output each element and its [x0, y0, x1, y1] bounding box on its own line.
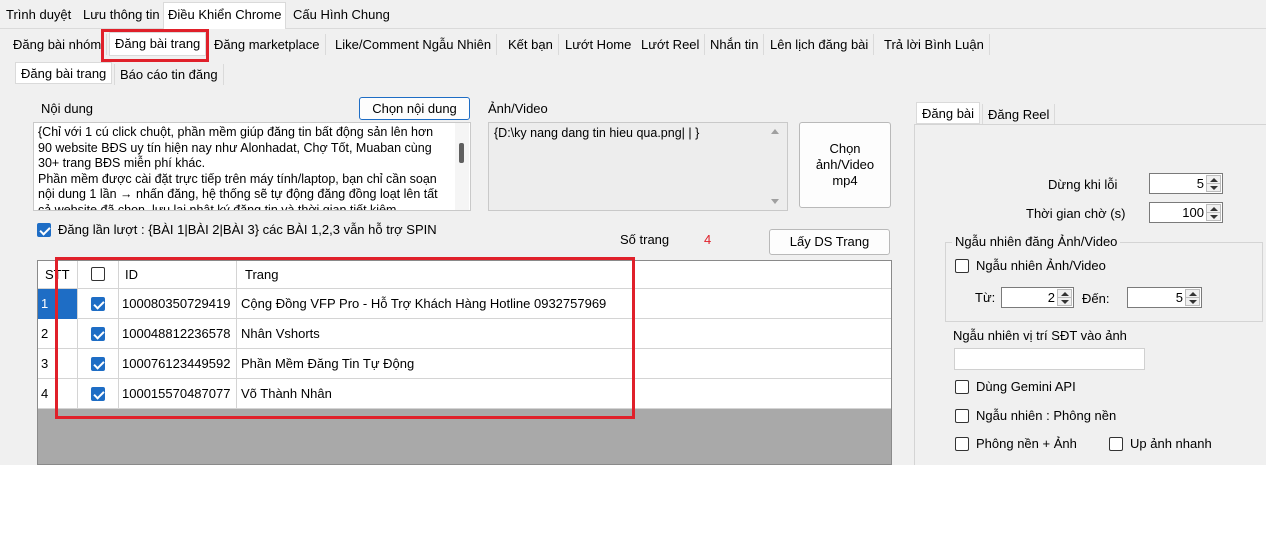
page-count-value: 4	[704, 232, 712, 247]
bg-image-label: Phông nền + Ảnh	[976, 436, 1077, 451]
post-in-turn-checkbox[interactable]	[37, 223, 51, 237]
app-window: Trình duyệt Lưu thông tin Điều Khiển Chr…	[0, 0, 1266, 465]
content-scrollbar[interactable]	[455, 123, 469, 210]
content-label: Nội dung	[41, 101, 94, 116]
random-phone-label: Ngẫu nhiên vị trí SĐT vào ảnh	[953, 328, 1127, 343]
random-bg-label: Ngẫu nhiên : Phông nền	[976, 408, 1117, 423]
row-stt: 1	[38, 289, 56, 319]
tab-like-comment[interactable]: Like/Comment Ngẫu Nhiên	[330, 34, 498, 55]
from-spinner[interactable]: 2	[1001, 287, 1074, 308]
to-value: 5	[1175, 290, 1183, 305]
fast-upload-checkbox[interactable]	[1109, 437, 1123, 451]
wait-time-value: 100	[1182, 205, 1204, 220]
spin-down-icon[interactable]	[1206, 183, 1221, 192]
gemini-checkbox[interactable]	[955, 380, 969, 394]
choose-content-button[interactable]: Chọn nội dung	[359, 97, 470, 120]
random-bg-checkbox[interactable]	[955, 409, 969, 423]
highlight-post-page-tab	[101, 29, 209, 62]
to-spinner[interactable]: 5	[1127, 287, 1202, 308]
stop-on-error-spinner[interactable]: 5	[1149, 173, 1223, 194]
tab-reply-comment[interactable]: Trả lời Bình Luận	[879, 34, 990, 55]
media-path-field[interactable]: {D:\ky nang dang tin hieu qua.png| | }	[488, 122, 788, 211]
random-media-checkbox[interactable]	[955, 259, 969, 273]
tab-chrome-control[interactable]: Điều Khiển Chrome	[163, 2, 287, 29]
tab-schedule[interactable]: Lên lịch đăng bài	[765, 34, 875, 55]
main-tab-bar: Trình duyệt Lưu thông tin Điều Khiển Chr…	[0, 0, 1266, 29]
to-label: Đến:	[1082, 291, 1110, 306]
content-textarea[interactable]: {Chỉ với 1 cú click chuột, phần mềm giúp…	[33, 122, 471, 211]
tab-post-report[interactable]: Báo cáo tin đăng	[114, 64, 224, 85]
tab-browse-home[interactable]: Lướt Home	[560, 34, 638, 55]
page-count-label: Số trang	[620, 232, 670, 247]
tab-right-post[interactable]: Đăng bài	[916, 102, 981, 124]
wait-time-label: Thời gian chờ (s)	[1026, 206, 1126, 221]
tab-save-info[interactable]: Lưu thông tin	[79, 4, 164, 26]
media-scrollbar[interactable]	[768, 123, 782, 210]
tab-browse-reel[interactable]: Lướt Reel	[636, 34, 706, 55]
fast-upload-label: Up ảnh nhanh	[1130, 436, 1212, 451]
from-label: Từ:	[975, 290, 996, 305]
tab-general-config[interactable]: Cấu Hình Chung	[289, 4, 394, 26]
tab-post-group[interactable]: Đăng bài nhóm	[8, 34, 108, 55]
wait-time-spinner[interactable]: 100	[1149, 202, 1223, 223]
from-value: 2	[1047, 290, 1055, 305]
random-group-title: Ngẫu nhiên đăng Ảnh/Video	[952, 234, 1121, 249]
gemini-label: Dùng Gemini API	[976, 379, 1076, 394]
spin-down-icon[interactable]	[1057, 297, 1072, 306]
random-media-label: Ngẫu nhiên Ảnh/Video	[976, 258, 1106, 273]
spin-down-icon[interactable]	[1185, 297, 1200, 306]
tab-post-page-inner[interactable]: Đăng bài trang	[15, 62, 113, 84]
highlight-pages-table	[55, 257, 635, 419]
tab-right-reel[interactable]: Đăng Reel	[982, 104, 1056, 125]
post-in-turn-label: Đăng lần lượt : {BÀI 1|BÀI 2|BÀI 3} các …	[58, 222, 437, 237]
tab-message[interactable]: Nhắn tin	[705, 34, 765, 55]
get-pages-button[interactable]: Lấy DS Trang	[769, 229, 890, 255]
spin-down-icon[interactable]	[1206, 212, 1221, 221]
random-phone-input[interactable]	[954, 348, 1145, 370]
tab-add-friend[interactable]: Kết bạn	[503, 34, 559, 55]
stop-on-error-label: Dừng khi lỗi	[1048, 177, 1118, 192]
tab-browser[interactable]: Trình duyệt	[2, 4, 75, 26]
choose-media-button[interactable]: Chọn ảnh/Video mp4	[799, 122, 891, 208]
tab-marketplace[interactable]: Đăng marketplace	[209, 34, 326, 55]
bg-image-checkbox[interactable]	[955, 437, 969, 451]
media-label: Ảnh/Video	[488, 101, 548, 116]
random-media-group	[945, 242, 1263, 322]
stop-on-error-value: 5	[1196, 176, 1204, 191]
